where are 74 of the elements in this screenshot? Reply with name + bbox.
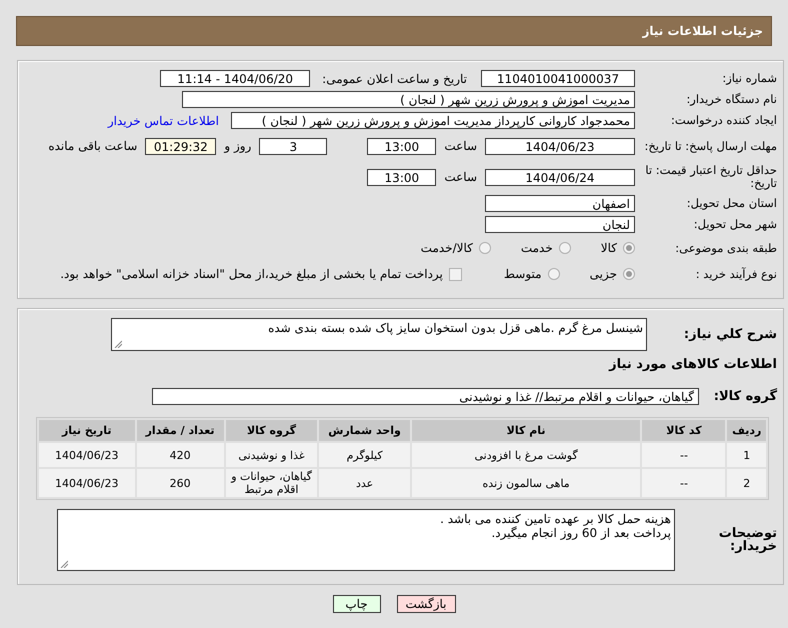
text-field[interactable]: مدیریت اموزش و پرورش زرین شهر ( لنجان ) <box>182 91 635 108</box>
resize-grip-icon[interactable] <box>114 340 122 348</box>
field-label: روز و <box>224 139 252 153</box>
text-field[interactable]: 13:00 <box>367 138 436 154</box>
field-label: شرح کلي نياز: <box>682 328 777 340</box>
field-label: تاریخ و ساعت اعلان عمومی: <box>322 72 467 86</box>
field-label: شهر محل تحویل: <box>692 218 777 231</box>
table-cell: گیاهان، حیوانات و اقلام مرتبط <box>226 469 318 497</box>
field-label: استان محل تحویل: <box>686 197 777 210</box>
field-label: توضیحات خریدار: <box>718 527 777 553</box>
notes-box[interactable]: هزینه حمل کالا بر عهده تامین کننده می باشد . پرداخت بعد از 60 روز انجام میگیرد. <box>57 509 675 571</box>
checkbox[interactable] <box>448 268 462 280</box>
table-cell: 260 <box>136 469 224 497</box>
option-label: کالا <box>600 241 617 255</box>
text-field[interactable]: محمدجواد کاروانی کارپرداز مدیریت اموزش و پرورش زرین شهر ( لنجان ) <box>231 112 635 129</box>
contact-link[interactable]: اطلاعات تماس خریدار <box>108 114 219 128</box>
option-label: خدمت <box>520 241 553 255</box>
print-button[interactable]: چاپ <box>332 595 380 613</box>
field-label: گروه کالا: <box>712 390 777 402</box>
table-cell: -- <box>642 469 726 497</box>
field-label: نام دستگاه خریدار: <box>685 93 777 106</box>
field-label: طبقه بندی موضوعی: <box>674 242 777 254</box>
text-field[interactable]: 01:29:32 <box>145 138 216 154</box>
field-label: ساعت <box>444 170 477 184</box>
text-field[interactable]: اصفهان <box>485 195 635 212</box>
table-cell: کیلوگرم <box>319 443 410 467</box>
option-label: جزیی <box>590 267 617 281</box>
option-label: متوسط <box>504 267 542 281</box>
text-field[interactable]: لنجان <box>485 216 635 233</box>
field-label: ساعت <box>444 139 477 153</box>
description-box[interactable]: شینسل مرغ گرم .ماهی قزل بدون استخوان سایز پاک شده بسته بندی شده <box>111 318 647 350</box>
table-cell: عدد <box>319 469 410 497</box>
checkbox-label: پرداخت تمام یا بخشی از مبلغ خرید،از محل "اسناد خزانه اسلامی" خواهد بود. <box>60 267 443 281</box>
field-label: ساعت باقی مانده <box>48 139 138 153</box>
notes-line: هزینه حمل کالا بر عهده تامین کننده می باشد . <box>439 512 671 526</box>
radio-button[interactable] <box>623 268 635 280</box>
column-header: کد کالا <box>642 420 726 441</box>
page-title: جزئیات اطلاعات نیاز <box>642 24 763 38</box>
resize-grip-icon[interactable] <box>60 560 68 568</box>
column-header: نام کالا <box>412 420 640 441</box>
text-field[interactable]: 3 <box>259 138 328 154</box>
text-field[interactable]: گیاهان، حیوانات و اقلام مرتبط// غذا و نوشیدنی <box>152 388 699 404</box>
table-cell: ماهی سالمون زنده <box>412 469 640 497</box>
back-button[interactable]: بازگشت <box>396 595 456 613</box>
radio-button[interactable] <box>548 268 560 280</box>
text-field[interactable]: 1404/06/24 <box>485 168 635 186</box>
table-cell: گوشت مرغ با افزودنی <box>412 443 640 467</box>
radio-button[interactable] <box>478 242 491 254</box>
field-label: ایجاد کننده درخواست: <box>670 114 777 127</box>
field-label: حداقل تاریخ اعتبار قیمت: تا تاریخ: <box>644 164 777 190</box>
column-header: ردیف <box>727 420 766 441</box>
text-field[interactable]: 13:00 <box>367 168 436 186</box>
field-label: مهلت ارسال پاسخ: تا تاریخ: <box>643 140 777 152</box>
column-header: گروه کالا <box>226 420 318 441</box>
radio-button[interactable] <box>558 242 571 254</box>
column-header: تاریخ نیاز <box>39 420 134 441</box>
text-field[interactable]: 1104010041000037 <box>481 70 635 87</box>
column-header: واحد شمارش <box>319 420 410 441</box>
notes-line: پرداخت بعد از 60 روز انجام میگیرد. <box>490 526 671 540</box>
field-label: شماره نیاز: <box>721 72 777 85</box>
table-cell: 2 <box>727 469 766 497</box>
table-cell: 420 <box>136 443 224 467</box>
table-cell: -- <box>642 443 726 467</box>
field-label: نوع فرآیند خرید : <box>694 268 777 280</box>
table-cell: غذا و نوشیدنی <box>226 443 318 467</box>
radio-button[interactable] <box>623 242 635 254</box>
table-cell: 1 <box>727 443 766 467</box>
option-label: کالا/خدمت <box>420 241 473 255</box>
text-field[interactable]: 1404/06/20 - 11:14 <box>160 70 310 87</box>
table-cell: 1404/06/23 <box>39 443 134 467</box>
table-cell: 1404/06/23 <box>39 469 134 497</box>
section-title: اطلاعات کالاهای مورد نیاز <box>609 356 777 372</box>
column-header: تعداد / مقدار <box>136 420 224 441</box>
text-field[interactable]: 1404/06/23 <box>485 138 635 154</box>
